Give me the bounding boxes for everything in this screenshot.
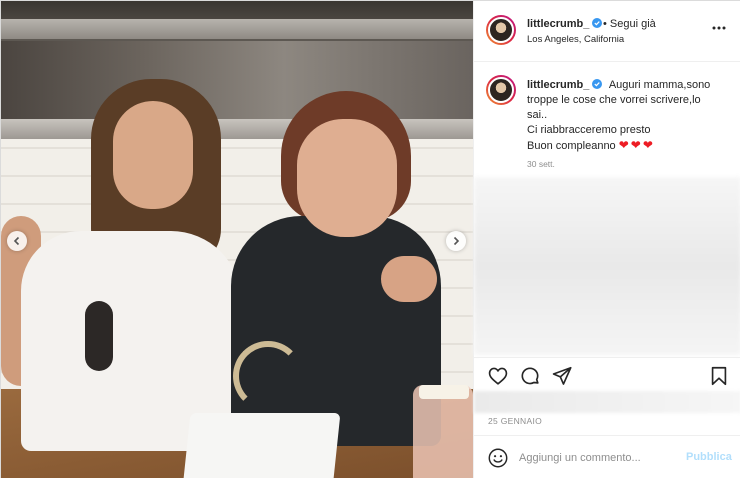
chevron-right-icon [453,236,460,246]
photo-bottle-cap [419,385,469,399]
caption-timestamp[interactable]: 30 sett. [527,159,555,169]
instagram-post: littlecrumb_ • Segui già Los Angeles, Ca… [0,0,740,478]
photo-bag-strap [233,341,303,411]
comment-form: Pubblica [474,435,740,478]
photo-sunglasses [85,301,113,371]
caption-line-1: Auguri mamma,sono [608,79,711,91]
save-button[interactable] [708,365,730,387]
photo-person-left-face [113,101,193,209]
heart-icon [488,367,508,385]
caption: littlecrumb_ Auguri mamma,sono troppe le… [474,63,740,183]
photo-kitchen [1,41,473,131]
photo-napkins [183,413,341,478]
comment-input[interactable] [519,448,679,468]
carousel-next-button[interactable] [446,231,466,251]
share-icon [552,366,572,385]
more-options-icon[interactable] [710,21,728,35]
photo-shelf [1,19,473,41]
post-header: littlecrumb_ • Segui già Los Angeles, Ca… [474,1,740,62]
caption-username-link[interactable]: littlecrumb_ [527,79,603,91]
caption-line-5: Buon compleanno [527,140,616,152]
comment-button[interactable] [519,365,541,387]
caption-username: littlecrumb_ [527,79,590,91]
caption-hearts: ❤❤❤ [618,138,655,152]
avatar[interactable] [486,15,516,45]
chevron-left-icon [13,236,20,246]
post-photo[interactable] [1,1,473,478]
avatar-image [488,17,514,43]
comment-icon [521,367,539,385]
photo-person-right-face [297,119,397,237]
follow-status-button[interactable]: • Segui già [603,18,656,30]
likes-area [474,391,740,413]
bookmark-icon [711,366,727,386]
publish-button[interactable]: Pubblica [686,451,732,463]
username-link[interactable]: littlecrumb_ [527,18,603,30]
caption-line-4: Ci riabbracceremo presto [527,124,651,136]
caption-text: littlecrumb_ Auguri mamma,sono troppe le… [527,78,727,154]
action-bar [474,357,740,391]
photo-person-right-top [231,216,441,446]
photo-person-right-hand [381,256,437,302]
post-date[interactable]: 25 GENNAIO [488,416,542,426]
caption-line-2: troppe le cose che vorrei scrivere,lo [527,94,701,106]
caption-avatar[interactable] [486,75,516,105]
location-link[interactable]: Los Angeles, California [527,34,624,45]
caption-line-3: sai.. [527,109,548,121]
share-button[interactable] [551,365,573,387]
username-text: littlecrumb_ [527,18,590,30]
avatar-image [488,77,514,103]
emoji-icon[interactable] [487,447,509,469]
comments-area [474,177,740,355]
verified-badge-icon [592,79,603,89]
post-side-panel: littlecrumb_ • Segui già Los Angeles, Ca… [473,1,740,478]
carousel-prev-button[interactable] [7,231,27,251]
verified-badge-icon [592,18,603,28]
like-button[interactable] [487,365,509,387]
